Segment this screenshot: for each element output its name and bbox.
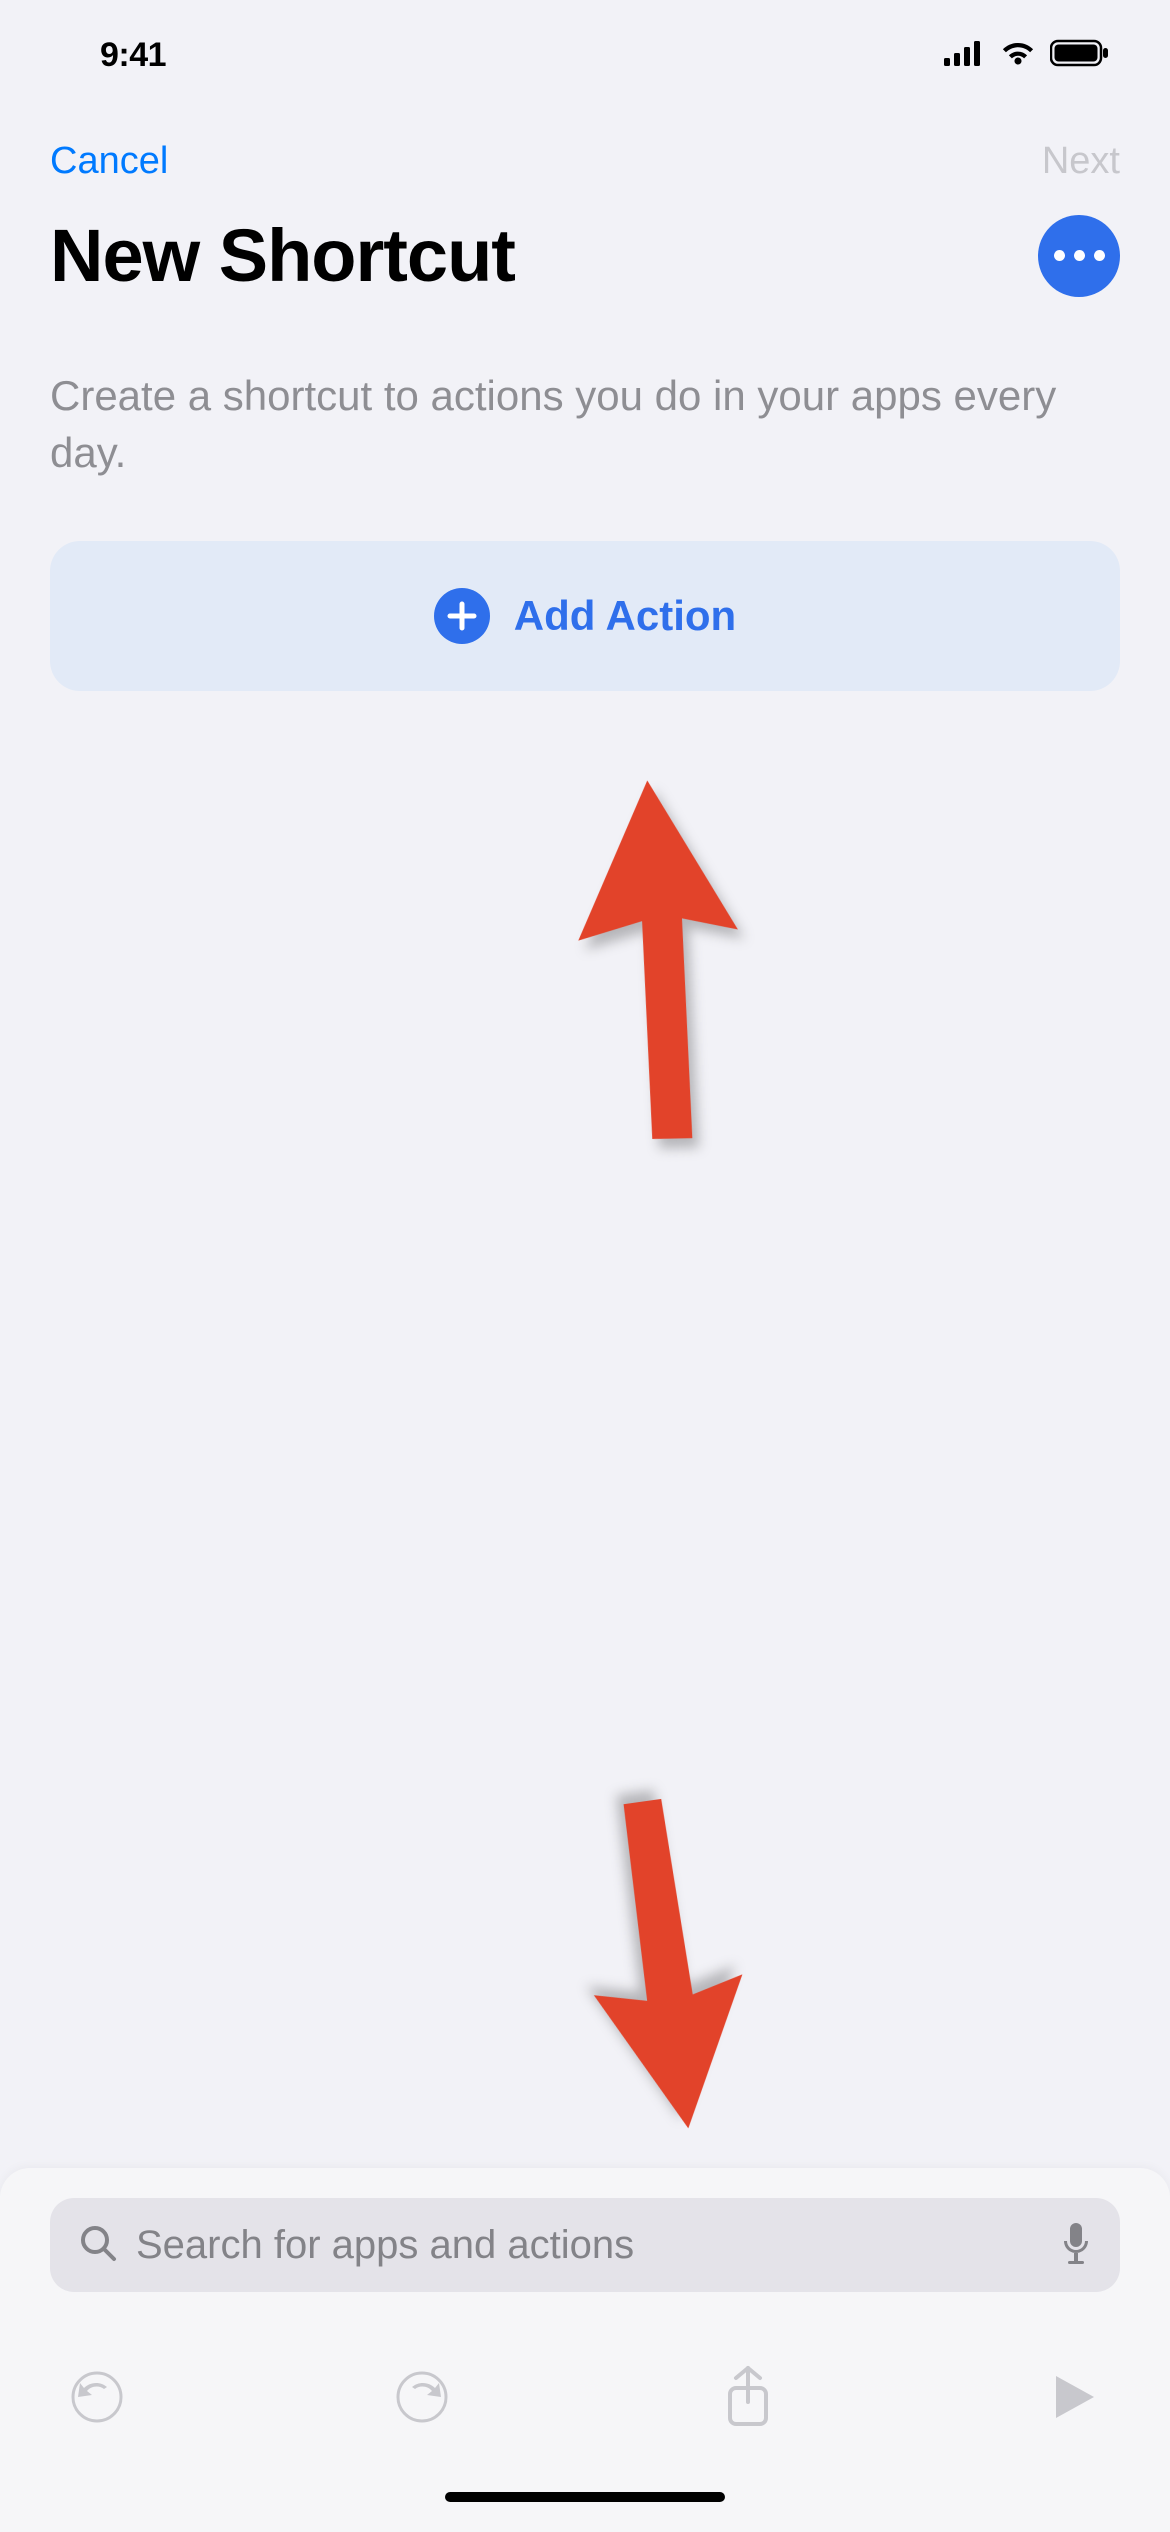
share-button[interactable]: [713, 2362, 783, 2432]
search-icon: [78, 2223, 118, 2268]
more-button[interactable]: [1038, 215, 1120, 297]
next-button[interactable]: Next: [1042, 140, 1120, 183]
battery-icon: [1050, 39, 1110, 72]
home-indicator[interactable]: [0, 2462, 1170, 2532]
microphone-icon[interactable]: [1060, 2221, 1092, 2270]
page-subtitle: Create a shortcut to actions you do in y…: [0, 308, 1170, 481]
cancel-button[interactable]: Cancel: [50, 140, 168, 183]
plus-circle-icon: [434, 588, 490, 644]
search-input[interactable]: Search for apps and actions: [50, 2198, 1120, 2292]
editor-toolbar: [0, 2332, 1170, 2462]
bottom-sheet: Search for apps and actions: [0, 2168, 1170, 2532]
screen: 9:41 Cancel Next New Shortcut Create a s…: [0, 0, 1170, 2532]
undo-button[interactable]: [62, 2362, 132, 2432]
ellipsis-icon: [1054, 250, 1065, 261]
redo-button[interactable]: [387, 2362, 457, 2432]
navigation-bar: Cancel Next: [0, 110, 1170, 193]
add-action-button[interactable]: Add Action: [50, 541, 1120, 691]
page-title: New Shortcut: [50, 213, 515, 298]
status-icons: [944, 39, 1110, 72]
status-time: 9:41: [100, 36, 166, 75]
ellipsis-icon: [1074, 250, 1085, 261]
run-button[interactable]: [1038, 2362, 1108, 2432]
title-row: New Shortcut: [0, 193, 1170, 308]
annotation-arrow-down: [558, 1785, 773, 2140]
search-placeholder: Search for apps and actions: [136, 2223, 1042, 2268]
annotation-arrow-up: [557, 774, 762, 1151]
wifi-icon: [998, 39, 1038, 72]
status-bar: 9:41: [0, 0, 1170, 110]
cellular-icon: [944, 40, 986, 71]
ellipsis-icon: [1094, 250, 1105, 261]
add-action-label: Add Action: [514, 592, 736, 640]
